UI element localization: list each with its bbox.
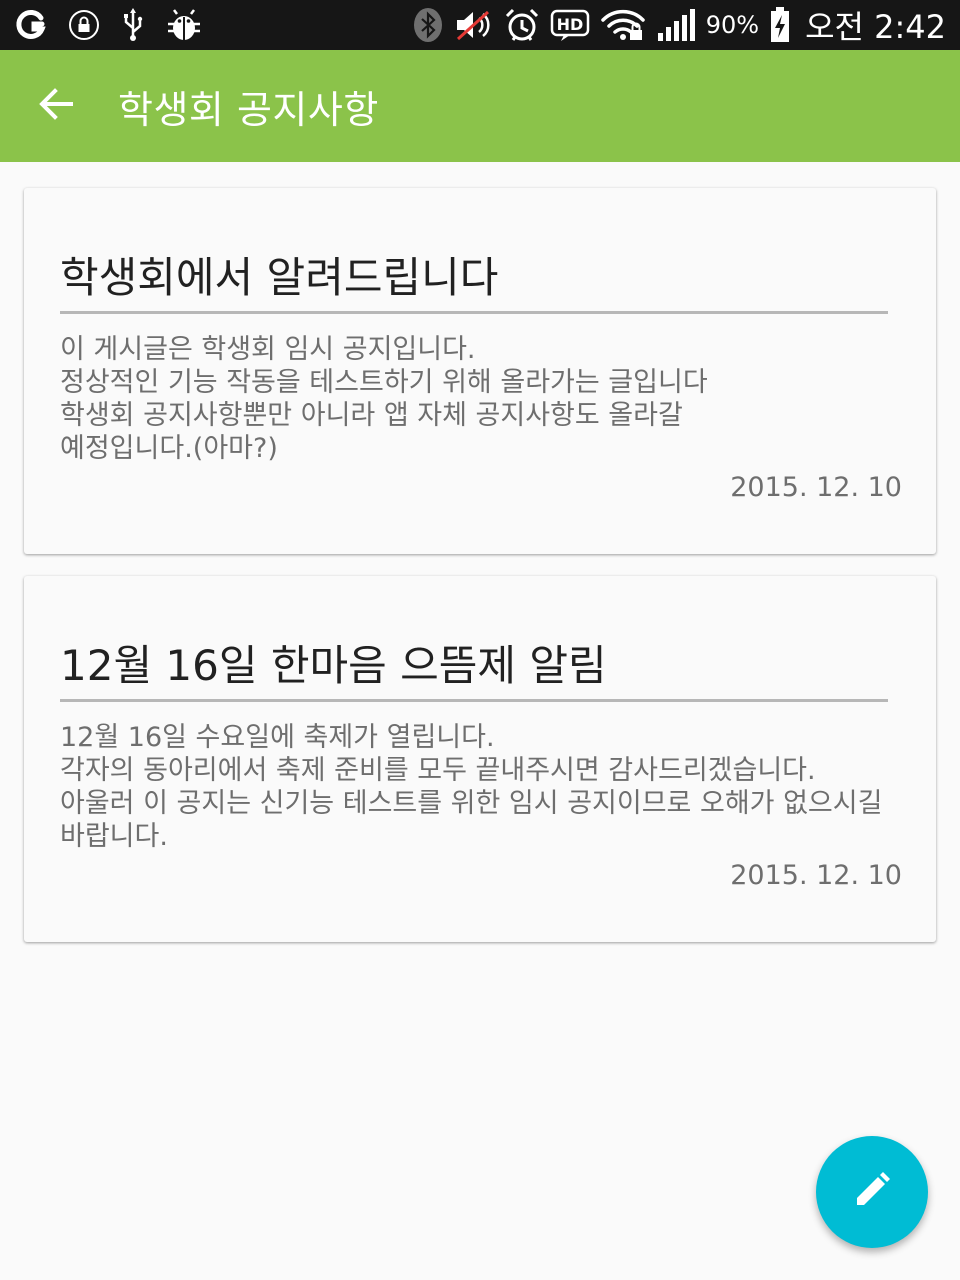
- status-bar-left: [14, 8, 202, 42]
- notice-title: 12월 16일 한마음 으뜸제 알림: [60, 641, 607, 690]
- notice-date: 2015. 12. 10: [730, 472, 902, 503]
- battery-percent: 90%: [705, 11, 760, 39]
- notice-divider: [60, 311, 888, 314]
- bluetooth-icon: [412, 7, 444, 43]
- notice-title: 학생회에서 알려드립니다: [60, 253, 499, 302]
- battery-charging-icon: [769, 6, 791, 44]
- notice-body: 12월 16일 수요일에 축제가 열립니다. 각자의 동아리에서 축제 준비를 …: [60, 722, 883, 852]
- page-title: 학생회 공지사항: [118, 87, 379, 132]
- app-bar: 학생회 공지사항: [0, 50, 960, 162]
- olleh-icon: [14, 9, 46, 41]
- notice-card[interactable]: 12월 16일 한마음 으뜸제 알림 12월 16일 수요일에 축제가 열립니다…: [24, 576, 936, 942]
- notice-divider: [60, 699, 888, 702]
- clock-time: 오전 2:42: [805, 8, 946, 46]
- hd-icon: HD: [550, 8, 590, 42]
- svg-text:HD: HD: [556, 15, 583, 34]
- lock-icon: [68, 9, 100, 41]
- alarm-icon: [504, 7, 540, 43]
- wifi-icon: [600, 8, 646, 42]
- pencil-edit-icon: [852, 1170, 892, 1214]
- android-debug-icon: [166, 8, 202, 42]
- usb-icon: [122, 8, 144, 42]
- write-notice-fab[interactable]: [816, 1136, 928, 1248]
- status-bar: HD 90% 오전 2:42: [0, 0, 960, 50]
- mute-icon: [454, 8, 494, 42]
- back-button[interactable]: [26, 76, 86, 136]
- notice-list: 학생회에서 알려드립니다 이 게시글은 학생회 임시 공지입니다. 정상적인 기…: [24, 188, 936, 964]
- notice-card[interactable]: 학생회에서 알려드립니다 이 게시글은 학생회 임시 공지입니다. 정상적인 기…: [24, 188, 936, 554]
- notice-body: 이 게시글은 학생회 임시 공지입니다. 정상적인 기능 작동을 테스트하기 위…: [60, 334, 708, 464]
- notice-date: 2015. 12. 10: [730, 860, 902, 891]
- arrow-left-icon: [38, 86, 74, 126]
- status-bar-right: HD 90% 오전 2:42: [412, 2, 946, 48]
- signal-icon: [656, 7, 696, 43]
